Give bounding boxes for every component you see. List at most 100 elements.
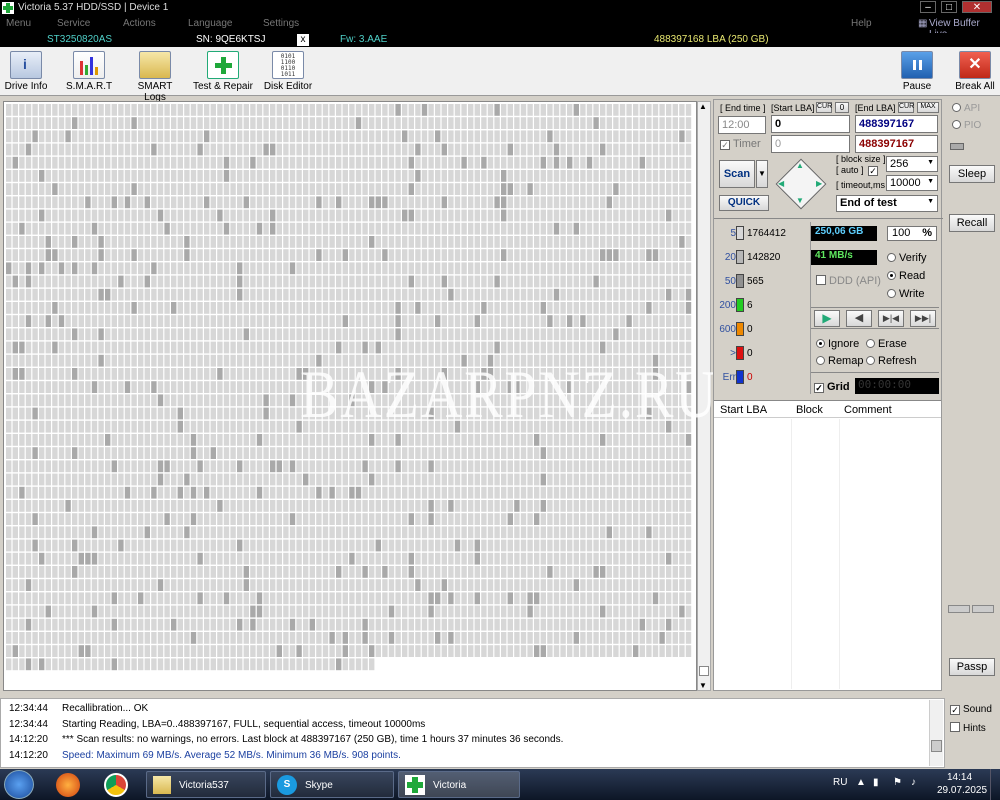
start-lba-input[interactable] (771, 115, 850, 133)
maximize-button[interactable]: □ (941, 1, 957, 13)
scan-dropdown-icon[interactable]: ▼ (756, 160, 768, 188)
firefox-icon[interactable] (56, 773, 80, 797)
scan-block (256, 222, 263, 235)
scroll-down-icon[interactable]: ▼ (699, 681, 707, 690)
menu-actions[interactable]: Actions (123, 18, 156, 29)
drive-close-button[interactable]: x (297, 34, 309, 46)
start-cur-button[interactable]: CUR (816, 102, 832, 113)
scan-block (336, 407, 342, 420)
arrow-down-icon[interactable]: ▼ (796, 196, 804, 205)
recall-button[interactable]: Recall (949, 214, 995, 232)
passp-button[interactable]: Passp (949, 658, 995, 676)
quick-button[interactable]: QUICK (719, 195, 769, 211)
side-slider-left[interactable] (948, 605, 970, 613)
col-start-lba[interactable]: Start LBA (720, 404, 767, 416)
menu-settings[interactable]: Settings (263, 18, 299, 29)
stop-button[interactable]: ▶|◀ (878, 310, 904, 327)
direction-pad[interactable]: ▲ ▼ ◀ ▶ (775, 158, 827, 210)
menu-menu[interactable]: Menu (6, 18, 31, 29)
timer-input[interactable] (771, 135, 850, 153)
taskbar-item-victoria[interactable]: Victoria (398, 771, 520, 798)
break-all-button[interactable]: ✕ Break All (954, 51, 996, 92)
skip-end-button[interactable]: ▶▶| (910, 310, 936, 327)
scroll-up-icon[interactable]: ▲ (699, 102, 707, 111)
tray-chevron-icon[interactable]: ▲ (856, 777, 866, 788)
scan-block (593, 579, 599, 591)
ignore-radio[interactable]: Ignore (816, 338, 859, 350)
end-cur-button[interactable]: CUR (898, 102, 914, 113)
smart-logs-button[interactable]: SMART Logs (126, 51, 184, 103)
sleep-button[interactable]: Sleep (949, 165, 995, 183)
pause-button[interactable]: Pause (898, 51, 936, 92)
erase-radio[interactable]: Erase (866, 338, 907, 350)
disk-editor-button[interactable]: 0101 1100 0110 1011 Disk Editor (262, 51, 314, 92)
end-max-button[interactable]: MAX (917, 102, 939, 113)
test-repair-button[interactable]: Test & Repair (192, 51, 254, 92)
scan-block (45, 315, 51, 327)
show-desktop-button[interactable] (990, 769, 1000, 800)
api-radio[interactable]: API (952, 103, 980, 114)
taskbar-item-victoria537[interactable]: Victoria537 (146, 771, 266, 798)
scan-block (177, 156, 183, 169)
scan-block (164, 341, 170, 354)
grid-checkbox[interactable]: ✓ Grid (814, 381, 850, 393)
start-button[interactable] (4, 770, 34, 799)
scroll-thumb[interactable] (699, 666, 709, 676)
log-scroll-thumb[interactable] (931, 740, 942, 752)
scan-block (217, 341, 223, 354)
tray-volume-icon[interactable]: ♪ (911, 777, 916, 788)
grid-scrollbar[interactable]: ▲ ▼ (697, 101, 711, 691)
drive-info-button[interactable]: i Drive Info (4, 51, 48, 92)
read-radio[interactable]: Read (887, 270, 925, 282)
end-lba-current[interactable] (855, 135, 938, 153)
end-lba-input[interactable] (855, 115, 938, 133)
close-button[interactable]: ✕ (962, 1, 992, 13)
verify-radio[interactable]: Verify (887, 252, 927, 264)
scan-block (230, 275, 236, 288)
end-of-test-select[interactable]: End of test ▼ (836, 195, 938, 212)
smart-button[interactable]: S.M.A.R.T (66, 51, 112, 92)
menu-service[interactable]: Service (57, 18, 90, 29)
sound-checkbox[interactable]: ✓ Sound (950, 704, 992, 715)
scan-block (355, 288, 362, 301)
scan-block (19, 209, 25, 222)
remap-radio[interactable]: Remap (816, 355, 863, 367)
arrow-right-icon[interactable]: ▶ (816, 179, 822, 188)
tray-flag-icon[interactable]: ⚑ (893, 777, 902, 788)
ddd-api-checkbox[interactable]: DDD (API) (816, 275, 881, 287)
chrome-icon[interactable] (104, 773, 128, 797)
timeout-select[interactable]: 10000 ▼ (886, 175, 938, 191)
clock-time[interactable]: 14:14 (947, 772, 972, 783)
refresh-radio[interactable]: Refresh (866, 355, 917, 367)
rewind-button[interactable]: ◀ (846, 310, 872, 327)
language-indicator[interactable]: RU (833, 777, 847, 788)
menu-help[interactable]: Help (851, 18, 872, 29)
scan-block (461, 236, 467, 248)
scan-block (454, 645, 461, 657)
play-button[interactable]: ▶ (814, 310, 840, 327)
scan-block (382, 288, 388, 301)
arrow-up-icon[interactable]: ▲ (796, 161, 804, 170)
taskbar-item-skype[interactable]: S Skype (270, 771, 394, 798)
scan-button[interactable]: Scan (719, 160, 755, 188)
start-zero-button[interactable]: 0 (835, 102, 849, 113)
col-block[interactable]: Block (796, 404, 823, 416)
block-size-select[interactable]: 256 ▼ (886, 156, 938, 172)
tray-network-icon[interactable]: ▮ (873, 777, 879, 788)
hints-checkbox[interactable]: Hints (950, 722, 986, 734)
side-slider-right[interactable] (972, 605, 994, 613)
clock-date[interactable]: 29.07.2025 (937, 785, 987, 796)
timer-checkbox[interactable]: ✓ Timer (720, 138, 761, 150)
drive-model[interactable]: ST3250820AS (47, 34, 112, 45)
menu-language[interactable]: Language (188, 18, 233, 29)
log-scrollbar[interactable] (929, 700, 943, 766)
end-time-input[interactable] (718, 116, 766, 134)
auto-checkbox[interactable]: ✓ (868, 166, 878, 176)
scan-block (190, 434, 197, 446)
pio-radio[interactable]: PIO (952, 120, 981, 131)
arrow-left-icon[interactable]: ◀ (778, 179, 784, 188)
write-radio[interactable]: Write (887, 288, 924, 300)
scan-block (91, 579, 98, 591)
minimize-button[interactable]: – (920, 1, 936, 13)
col-comment[interactable]: Comment (844, 404, 892, 416)
